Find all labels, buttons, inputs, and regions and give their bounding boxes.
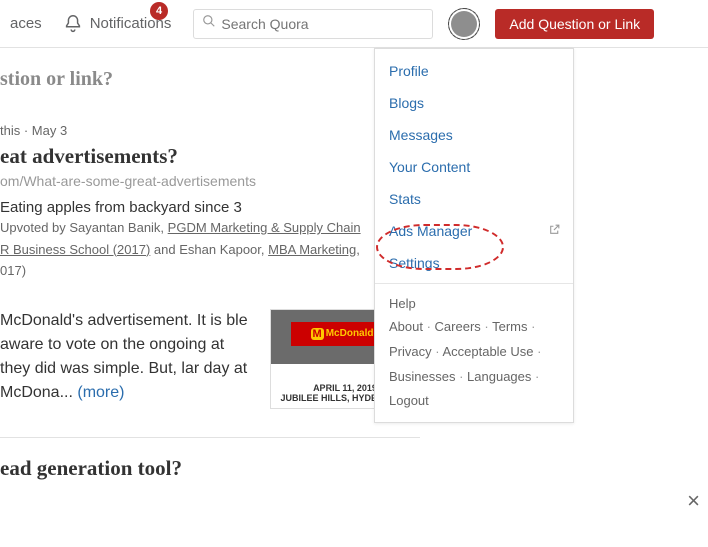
menu-separator: Help AboutCareersTerms PrivacyAcceptable… bbox=[375, 283, 573, 422]
footer-terms[interactable]: Terms bbox=[492, 319, 535, 334]
question-title-2[interactable]: ead generation tool? bbox=[0, 456, 420, 481]
menu-ads-manager[interactable]: Ads Manager bbox=[375, 215, 573, 247]
credential-link2[interactable]: MBA Marketing, bbox=[268, 242, 360, 257]
menu-your-content[interactable]: Your Content bbox=[375, 151, 573, 183]
top-header: aces Notifications 4 Add Question or Lin… bbox=[0, 0, 708, 48]
menu-footer-row2: PrivacyAcceptable Use bbox=[375, 340, 573, 365]
answer-text: McDonald's advertisement. It is ble awar… bbox=[0, 309, 250, 409]
credential-link[interactable]: PGDM Marketing & Supply Chain bbox=[168, 220, 361, 235]
question-url: om/What-are-some-great-advertisements bbox=[0, 173, 420, 189]
search-icon bbox=[202, 14, 216, 33]
footer-about[interactable]: About bbox=[389, 319, 435, 334]
close-icon[interactable]: × bbox=[687, 488, 700, 514]
bell-icon bbox=[62, 13, 84, 35]
upvoted-by-line2: R Business School (2017) and Eshan Kapoo… bbox=[0, 240, 420, 260]
feed-separator bbox=[0, 437, 420, 438]
notification-badge: 4 bbox=[150, 2, 168, 20]
upvoted-by-line: Upvoted by Sayantan Banik, PGDM Marketin… bbox=[0, 218, 420, 238]
mcdonalds-icon: M bbox=[311, 328, 324, 340]
menu-settings[interactable]: Settings bbox=[375, 247, 573, 279]
menu-profile[interactable]: Profile bbox=[375, 55, 573, 87]
question-title[interactable]: eat advertisements? bbox=[0, 144, 420, 169]
menu-blogs[interactable]: Blogs bbox=[375, 87, 573, 119]
footer-acceptable[interactable]: Acceptable Use bbox=[442, 344, 541, 359]
menu-stats[interactable]: Stats bbox=[375, 183, 573, 215]
upvoted-by-line3: 017) bbox=[0, 261, 420, 281]
ask-prompt[interactable]: stion or link? bbox=[0, 68, 420, 91]
footer-logout[interactable]: Logout bbox=[389, 393, 429, 408]
author-bio: Eating apples from backyard since 3 bbox=[0, 199, 420, 216]
footer-careers[interactable]: Careers bbox=[435, 319, 493, 334]
more-link[interactable]: (more) bbox=[77, 384, 124, 401]
add-question-button[interactable]: Add Question or Link bbox=[495, 9, 654, 39]
menu-footer-row4: Logout bbox=[375, 389, 573, 422]
nav-spaces[interactable]: aces bbox=[0, 0, 52, 48]
search-box[interactable] bbox=[193, 9, 433, 39]
menu-footer-row3: BusinessesLanguages bbox=[375, 365, 573, 390]
search-input[interactable] bbox=[221, 16, 424, 32]
footer-businesses[interactable]: Businesses bbox=[389, 369, 467, 384]
menu-footer-row1: AboutCareersTerms bbox=[375, 315, 573, 340]
feed-meta: this · May 3 bbox=[0, 123, 420, 138]
menu-messages[interactable]: Messages bbox=[375, 119, 573, 151]
user-dropdown: Profile Blogs Messages Your Content Stat… bbox=[374, 48, 574, 423]
menu-ads-manager-label: Ads Manager bbox=[389, 223, 472, 239]
menu-help[interactable]: Help bbox=[375, 290, 573, 315]
footer-privacy[interactable]: Privacy bbox=[389, 344, 442, 359]
external-link-icon bbox=[548, 223, 561, 239]
answer-block: McDonald's advertisement. It is ble awar… bbox=[0, 309, 420, 409]
feed: stion or link? this · May 3 eat advertis… bbox=[0, 48, 420, 481]
footer-languages[interactable]: Languages bbox=[467, 369, 539, 384]
avatar[interactable] bbox=[451, 11, 477, 37]
